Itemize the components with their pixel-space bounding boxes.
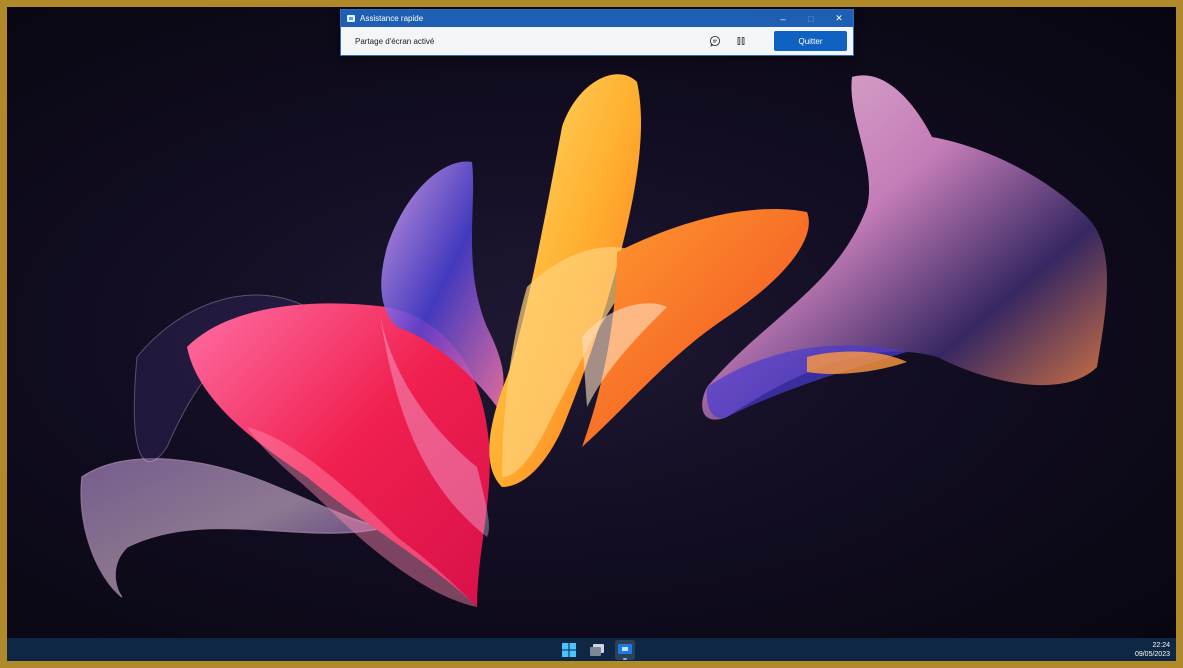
minimize-button[interactable]: – (769, 10, 797, 27)
maximize-button: □ (808, 13, 814, 24)
quit-button[interactable]: Quitter (774, 31, 847, 51)
title-bar[interactable]: Assistance rapide – □ ✕ (341, 10, 853, 27)
pause-button[interactable] (732, 32, 750, 50)
pause-icon (737, 37, 745, 45)
close-button[interactable]: ✕ (825, 10, 853, 27)
start-button[interactable] (559, 640, 579, 660)
start-icon (562, 642, 576, 657)
taskbar: 22:24 09/05/2023 (7, 638, 1176, 661)
chat-icon (709, 35, 721, 47)
window-title: Assistance rapide (360, 14, 424, 23)
system-clock[interactable]: 22:24 09/05/2023 (1135, 641, 1170, 659)
wallpaper-bloom (80, 74, 1107, 607)
task-view-icon (590, 643, 604, 656)
desktop: Assistance rapide – □ ✕ Partage d'écran … (7, 7, 1176, 661)
taskbar-apps (559, 638, 635, 661)
taskbar-quick-assist[interactable] (615, 639, 635, 660)
quick-assist-toolbar: Partage d'écran activé Quitter (341, 27, 853, 55)
quick-assist-taskbar-icon (618, 643, 632, 654)
clock-time: 22:24 (1152, 642, 1170, 649)
sharing-status-text: Partage d'écran activé (355, 36, 435, 46)
chat-button[interactable] (706, 32, 724, 50)
task-view-button[interactable] (587, 640, 607, 660)
quick-assist-window: Assistance rapide – □ ✕ Partage d'écran … (340, 9, 854, 56)
quick-assist-app-icon (347, 15, 355, 22)
clock-date: 09/05/2023 (1134, 651, 1170, 658)
